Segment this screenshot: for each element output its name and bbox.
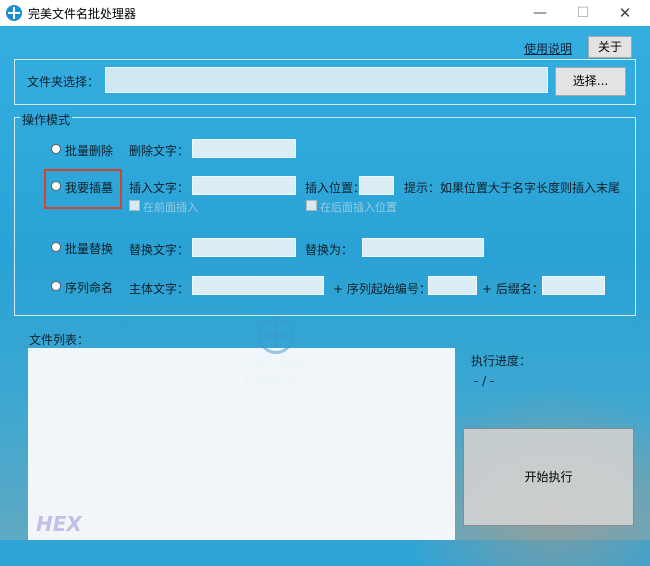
insert-text-label: 插入文字： <box>129 181 190 195</box>
delete-text-field[interactable] <box>192 139 296 158</box>
minimize-button[interactable]: — <box>520 2 560 24</box>
radio-replace-label: 批量替换 <box>65 242 114 256</box>
insert-front-checkbox[interactable] <box>129 200 140 211</box>
sequence-suffix-field[interactable] <box>542 276 605 295</box>
replace-to-label: 替换为： <box>305 243 354 257</box>
progress-label: 执行进度： <box>471 354 532 368</box>
radio-batch-delete-label: 批量删除 <box>65 144 114 158</box>
radio-sequence-label: 序列命名 <box>65 281 114 295</box>
insert-position-label: 插入位置： <box>305 181 366 195</box>
file-list-label: 文件列表： <box>29 333 90 347</box>
delete-text-label: 删除文字： <box>129 144 190 158</box>
help-link[interactable]: 使用说明 <box>524 40 572 57</box>
corner-logo: HEX <box>36 512 82 536</box>
radio-replace[interactable] <box>51 242 61 252</box>
radio-sequence[interactable] <box>51 281 61 291</box>
sequence-start-label: + 序列起始编号： <box>333 282 431 296</box>
close-button[interactable]: ✕ <box>605 2 645 24</box>
sequence-start-field[interactable] <box>428 276 477 295</box>
radio-batch-delete[interactable] <box>51 144 61 154</box>
watermark: 完美文件名批 处理器(Ver... <box>236 318 316 388</box>
app-icon <box>6 5 22 21</box>
replace-to-field[interactable] <box>362 238 484 257</box>
sequence-suffix-label: + 后缀名： <box>482 282 544 296</box>
insert-hint: 提示：如果位置大于名字长度则插入末尾 <box>404 181 621 195</box>
window-title: 完美文件名批处理器 <box>28 7 137 21</box>
maximize-button[interactable]: ☐ <box>563 2 603 24</box>
start-button[interactable]: 开始执行 <box>463 428 634 526</box>
watermark-line1: 完美文件名批 <box>243 360 309 373</box>
insert-front-checkbox-label: 在前面插入 <box>143 201 198 214</box>
insert-back-checkbox-label: 在后面插入位置 <box>320 201 397 214</box>
sequence-main-label: 主体文字： <box>129 282 190 296</box>
watermark-line2: 处理器(Ver... <box>243 374 309 387</box>
mode-legend: 操作模式 <box>20 111 73 128</box>
insert-position-field[interactable] <box>359 176 394 195</box>
insert-back-checkbox[interactable] <box>306 200 317 211</box>
folder-path-field[interactable] <box>105 67 548 93</box>
replace-from-label: 替换文字： <box>129 243 190 257</box>
title-bar: 完美文件名批处理器 — ☐ ✕ <box>0 0 650 26</box>
about-button[interactable]: 关于 <box>588 36 632 58</box>
replace-from-field[interactable] <box>192 238 296 257</box>
sequence-main-field[interactable] <box>192 276 324 295</box>
choose-folder-button[interactable]: 选择... <box>555 67 626 96</box>
progress-value: - / - <box>474 374 495 388</box>
highlight-box <box>44 169 122 209</box>
watermark-logo-icon <box>258 318 294 354</box>
folder-label: 文件夹选择： <box>27 75 100 89</box>
insert-text-field[interactable] <box>192 176 296 195</box>
